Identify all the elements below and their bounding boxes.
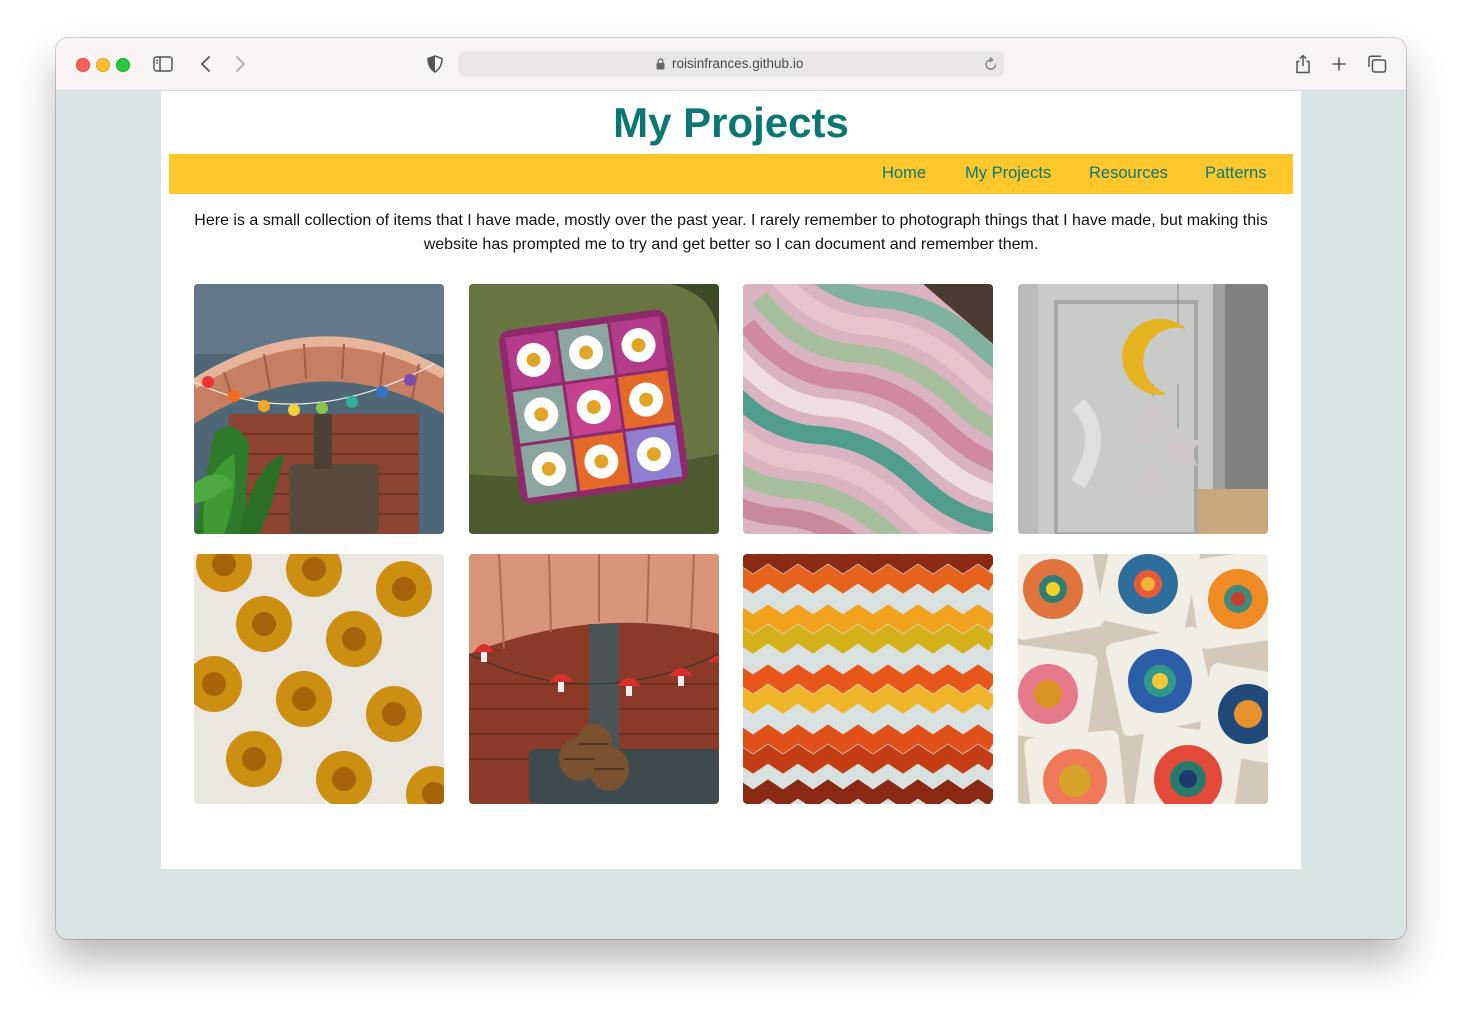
gallery-photo-toadstool-garland[interactable]	[469, 554, 719, 804]
share-icon[interactable]	[1294, 52, 1312, 76]
flower-bunting-image	[194, 284, 444, 534]
nav-link-home[interactable]: Home	[882, 164, 926, 183]
moon-mobile-image	[1018, 284, 1268, 534]
nav-bar: Home My Projects Resources Patterns	[169, 154, 1293, 194]
lock-icon	[656, 57, 665, 75]
daisy-cushion-image	[469, 284, 719, 534]
nav-link-patterns[interactable]: Patterns	[1205, 164, 1266, 183]
address-bar[interactable]: roisinfrances.github.io	[458, 51, 1004, 77]
chevron-right-icon[interactable]	[232, 52, 248, 76]
gallery-photo-sunflower-blanket[interactable]	[194, 554, 444, 804]
shield-icon[interactable]	[426, 52, 444, 76]
page-container: My Projects Home My Projects Resources P…	[161, 91, 1301, 869]
reload-icon[interactable]	[984, 56, 998, 77]
gallery-photo-sunburst-squares[interactable]	[1018, 554, 1268, 804]
autumn-blanket-image	[743, 554, 993, 804]
zoom-window-button[interactable]	[116, 58, 130, 72]
tab-overview-icon[interactable]	[1367, 52, 1387, 76]
gallery-photo-daisy-cushion[interactable]	[469, 284, 719, 534]
gallery-photo-autumn-blanket[interactable]	[743, 554, 993, 804]
plus-icon[interactable]	[1330, 52, 1348, 76]
nav-link-resources[interactable]: Resources	[1089, 164, 1168, 183]
chevron-left-icon[interactable]	[198, 52, 214, 76]
gallery-photo-moon-mobile[interactable]	[1018, 284, 1268, 534]
web-viewport: My Projects Home My Projects Resources P…	[56, 91, 1406, 939]
sunflower-blanket-image	[194, 554, 444, 804]
sidebar-icon[interactable]	[152, 52, 174, 76]
browser-toolbar: roisinfrances.github.io	[56, 38, 1406, 91]
minimize-window-button[interactable]	[96, 58, 110, 72]
toadstool-garland-image	[469, 554, 719, 804]
pastel-blanket-image	[743, 284, 993, 534]
intro-text: Here is a small collection of items that…	[194, 212, 1268, 253]
url-text[interactable]: roisinfrances.github.io	[672, 56, 803, 71]
browser-window: roisinfrances.github.io My Projects Home…	[56, 38, 1406, 939]
close-window-button[interactable]	[76, 58, 90, 72]
gallery-photo-pastel-blanket[interactable]	[743, 284, 993, 534]
gallery-photo-flower-bunting[interactable]	[194, 284, 444, 534]
sunburst-squares-image	[1018, 554, 1268, 804]
nav-link-my-projects[interactable]: My Projects	[965, 164, 1051, 183]
page-title: My Projects	[613, 99, 849, 146]
